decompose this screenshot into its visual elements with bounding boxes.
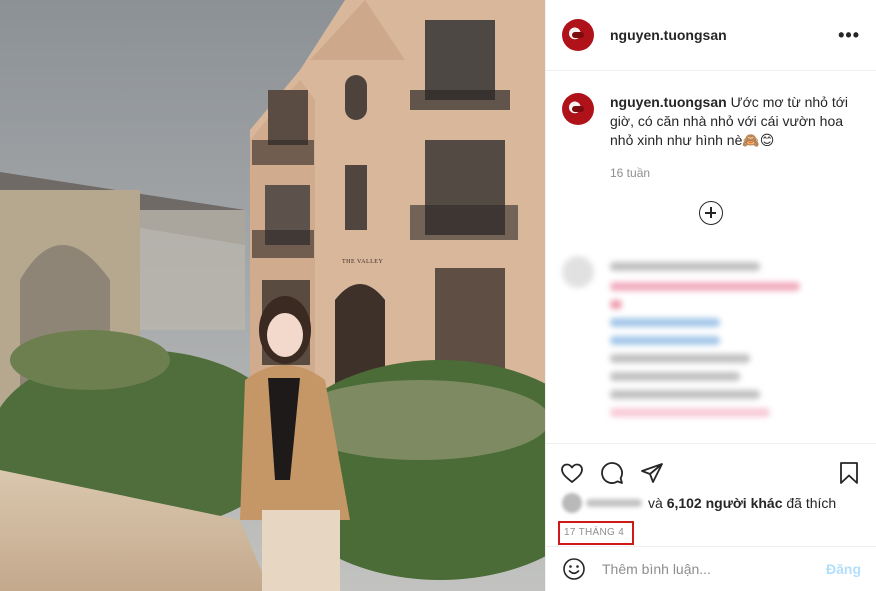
likes-summary: và 6,102 người khác đã thích bbox=[546, 492, 876, 514]
plus-circle-icon[interactable] bbox=[699, 201, 723, 225]
liker-avatar[interactable] bbox=[562, 493, 582, 513]
caption: nguyen.tuongsan Ước mơ từ nhỏ tới giờ, có… bbox=[546, 71, 876, 183]
emoji-icon[interactable] bbox=[562, 557, 586, 581]
caption-avatar[interactable] bbox=[562, 93, 594, 125]
caption-username[interactable]: nguyen.tuongsan bbox=[610, 94, 727, 110]
comment-input[interactable] bbox=[602, 561, 826, 577]
comments-section: nguyen.tuongsan Ước mơ từ nhỏ tới giờ, có… bbox=[546, 71, 876, 443]
post-actions: và 6,102 người khác đã thích 17 THÁNG 4 bbox=[546, 443, 876, 545]
bookmark-icon[interactable] bbox=[837, 461, 861, 485]
share-icon[interactable] bbox=[640, 461, 664, 485]
comment-icon[interactable] bbox=[600, 461, 624, 485]
header-username[interactable]: nguyen.tuongsan bbox=[610, 27, 838, 43]
post-comment-button[interactable]: Đăng bbox=[826, 561, 861, 577]
avatar[interactable] bbox=[562, 19, 594, 51]
post-date[interactable]: 17 THÁNG 4 bbox=[558, 521, 635, 545]
post-detail-panel: nguyen.tuongsan ••• nguyen.tuongsan Ước m… bbox=[545, 0, 876, 591]
caption-time[interactable]: 16 tuần bbox=[610, 164, 850, 183]
heart-icon[interactable] bbox=[560, 461, 584, 485]
blurred-comment bbox=[562, 256, 862, 443]
building-sign: THE VALLEY bbox=[342, 259, 384, 265]
add-comment-bar: Đăng bbox=[546, 546, 876, 591]
likes-count[interactable]: 6,102 người khác bbox=[667, 495, 783, 511]
more-options-icon[interactable]: ••• bbox=[838, 25, 860, 46]
caption-body: nguyen.tuongsan Ước mơ từ nhỏ tới giờ, có… bbox=[610, 93, 850, 183]
action-icons bbox=[546, 444, 876, 490]
likes-tail: đã thích bbox=[786, 495, 837, 511]
date-wrap: 17 THÁNG 4 bbox=[546, 521, 876, 545]
photo-scene bbox=[0, 0, 545, 591]
post-header: nguyen.tuongsan ••• bbox=[546, 0, 876, 71]
liker-name[interactable] bbox=[586, 499, 642, 507]
likes-and: và bbox=[648, 495, 663, 511]
post-photo[interactable]: THE VALLEY bbox=[0, 0, 545, 591]
